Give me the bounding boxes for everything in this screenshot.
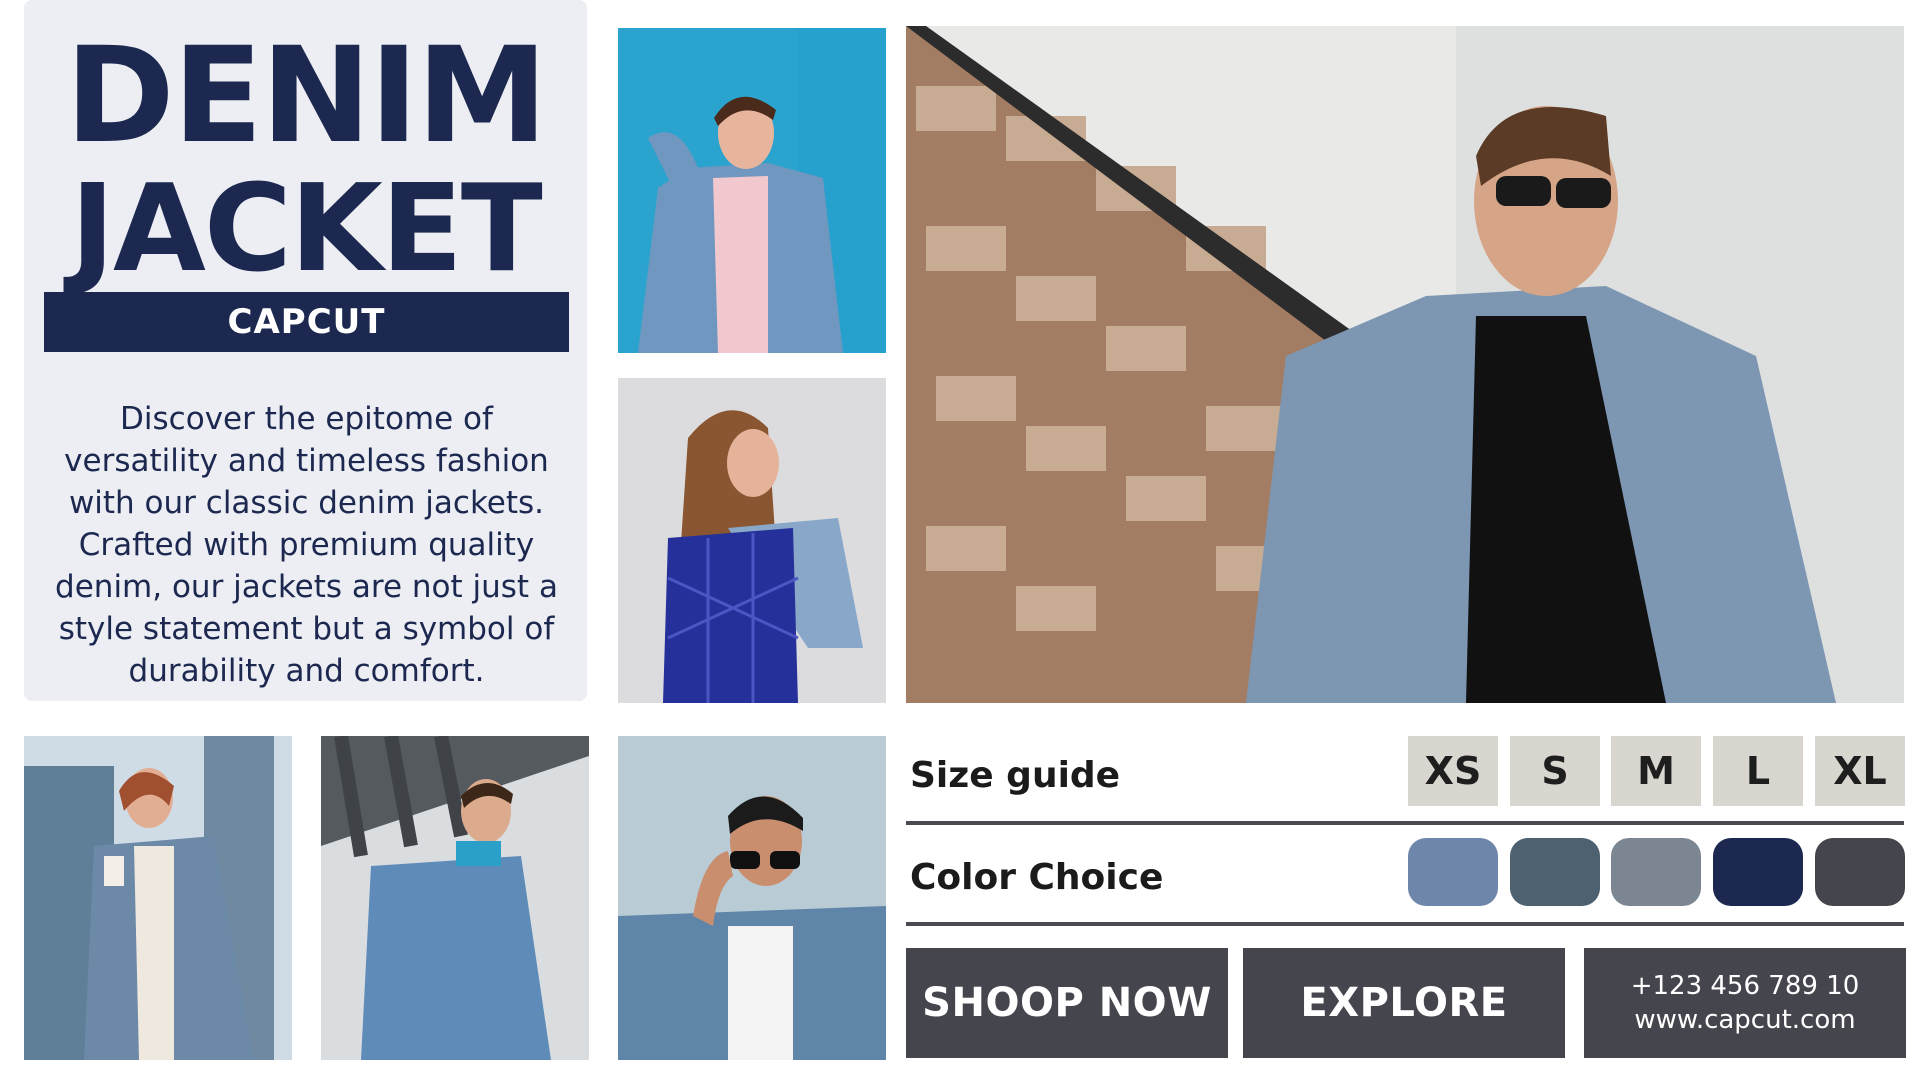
contact-website[interactable]: www.capcut.com (1634, 1003, 1855, 1037)
size-option-xl[interactable]: XL (1815, 736, 1905, 806)
shop-now-button[interactable]: SHOOP NOW (906, 948, 1228, 1058)
size-option-m[interactable]: M (1611, 736, 1701, 806)
color-swatch-4[interactable] (1713, 838, 1803, 906)
man-denim-blue-wall-photo (618, 28, 886, 353)
man-sunglasses-sky-photo (618, 736, 886, 1060)
size-divider (906, 821, 1904, 825)
brand-bar: CAPCUT (44, 292, 569, 352)
woman-coffee-city-photo (24, 736, 292, 1060)
man-brick-wall-sunglasses-photo (906, 26, 1904, 703)
title-line-1: DENIM (65, 19, 548, 173)
explore-button[interactable]: EXPLORE (1243, 948, 1565, 1058)
title-card: DENIM JACKET CAPCUT Discover the epitome… (24, 0, 587, 701)
size-option-xs[interactable]: XS (1408, 736, 1498, 806)
color-swatch-2[interactable] (1510, 838, 1600, 906)
explore-label: EXPLORE (1300, 980, 1508, 1026)
shop-now-label: SHOOP NOW (922, 980, 1212, 1026)
color-choice-label: Color Choice (910, 857, 1164, 898)
title-line-2: JACKET (70, 160, 542, 299)
color-swatch-1[interactable] (1408, 838, 1498, 906)
man-bridge-photo (321, 736, 589, 1060)
size-option-l[interactable]: L (1713, 736, 1803, 806)
color-swatch-3[interactable] (1611, 838, 1701, 906)
woman-blue-bag-photo (618, 378, 886, 703)
contact-phone: +123 456 789 10 (1630, 971, 1860, 1001)
brand-label: CAPCUT (227, 302, 386, 342)
color-swatch-5[interactable] (1815, 838, 1905, 906)
size-guide-label: Size guide (910, 755, 1121, 796)
color-divider (906, 922, 1904, 926)
product-description: Discover the epitome of versatility and … (55, 401, 558, 689)
contact-box: +123 456 789 10 www.capcut.com (1584, 948, 1906, 1058)
size-option-s[interactable]: S (1510, 736, 1600, 806)
